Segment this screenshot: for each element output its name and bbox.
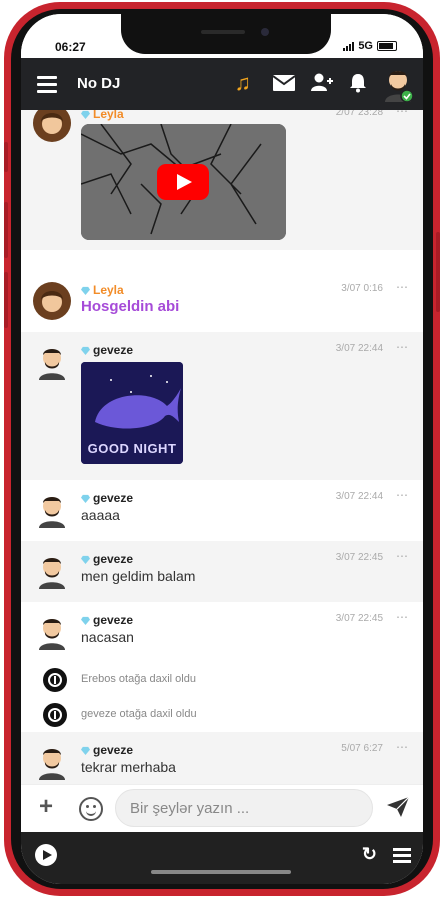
phone-power-button — [436, 232, 440, 312]
message-options-icon[interactable]: ⋯ — [396, 280, 409, 294]
diamond-icon — [81, 494, 90, 503]
message-username[interactable]: geveze — [81, 343, 133, 357]
message-time: 3/07 22:44 — [335, 343, 383, 354]
emoji-icon[interactable] — [79, 797, 103, 821]
message-options-icon[interactable]: ⋯ — [396, 110, 409, 118]
phone-volume-up — [4, 202, 8, 258]
avatar — [39, 749, 65, 780]
add-friend-icon[interactable] — [311, 73, 333, 91]
message-time: 3/07 0:16 — [341, 283, 383, 294]
system-message: Erebos otağa daxil oldu — [21, 663, 423, 697]
image-caption: GOOD NIGHT — [87, 441, 177, 456]
diamond-icon — [81, 616, 90, 625]
user-avatar[interactable] — [381, 66, 415, 102]
message-text: tekrar merhaba — [81, 759, 176, 775]
diamond-icon — [81, 746, 90, 755]
chat-message: Leyla 2/07 23:28 ⋯ — [21, 110, 423, 250]
diamond-icon — [81, 555, 90, 564]
message-time: 3/07 22:44 — [335, 491, 383, 502]
chat-message: geveze 5/07 6:27 ⋯ tekrar merhaba — [21, 732, 423, 784]
envelope-icon[interactable] — [273, 75, 295, 91]
chat-log[interactable]: Leyla 2/07 23:28 ⋯ Leyla 3/07 0:16 ⋯ Hos… — [21, 110, 423, 784]
avatar — [39, 619, 65, 650]
phone-volume-down — [4, 272, 8, 328]
message-username[interactable]: Leyla — [81, 110, 124, 121]
message-time: 2/07 23:28 — [335, 110, 383, 118]
avatar — [33, 282, 71, 320]
youtube-play-icon[interactable] — [157, 164, 209, 200]
avatar — [39, 497, 65, 528]
chat-message: geveze 3/07 22:45 ⋯ men geldim balam — [21, 541, 423, 602]
chat-message: geveze 3/07 22:44 ⋯ GOOD NIGHT — [21, 332, 423, 480]
music-note-icon[interactable]: ♫ — [235, 72, 252, 94]
app-screen: 06:27 5G No DJ ♫ Leyla 2/07 23:28 ⋯ Leyl… — [21, 14, 423, 884]
chat-message: Leyla 3/07 0:16 ⋯ Hosgeldin abi — [21, 250, 423, 332]
message-options-icon[interactable]: ⋯ — [396, 488, 409, 502]
room-title: No DJ — [77, 75, 121, 92]
send-icon[interactable] — [387, 797, 409, 817]
plus-icon[interactable]: + — [39, 795, 53, 819]
menu-icon[interactable] — [37, 76, 57, 97]
message-input[interactable] — [115, 789, 373, 827]
status-time: 06:27 — [55, 40, 86, 54]
message-time: 5/07 6:27 — [341, 743, 383, 754]
chat-message: geveze 3/07 22:45 ⋯ nacasan — [21, 602, 423, 663]
home-indicator — [151, 870, 291, 874]
diamond-icon — [81, 110, 90, 119]
message-options-icon[interactable]: ⋯ — [396, 610, 409, 624]
message-username[interactable]: Leyla — [81, 283, 124, 297]
message-username[interactable]: geveze — [81, 613, 133, 627]
play-icon[interactable] — [35, 844, 57, 866]
phone-mute-switch — [4, 142, 8, 172]
refresh-icon[interactable]: ↻ — [362, 844, 377, 865]
diamond-icon — [81, 346, 90, 355]
message-username[interactable]: geveze — [81, 743, 133, 757]
diamond-icon — [81, 286, 90, 295]
message-time: 3/07 22:45 — [335, 613, 383, 624]
message-time: 3/07 22:45 — [335, 552, 383, 563]
playlist-menu-icon[interactable] — [393, 848, 411, 866]
message-options-icon[interactable]: ⋯ — [396, 549, 409, 563]
phone-notch — [121, 14, 331, 54]
message-username[interactable]: geveze — [81, 552, 133, 566]
message-options-icon[interactable]: ⋯ — [396, 740, 409, 754]
player-bar: ↻ — [21, 832, 423, 884]
avatar — [39, 349, 65, 380]
info-icon — [43, 703, 67, 727]
camera-icon — [261, 28, 269, 36]
youtube-video-thumbnail[interactable] — [81, 124, 286, 240]
message-text: nacasan — [81, 629, 134, 645]
signal-icon — [343, 41, 355, 51]
avatar — [33, 110, 71, 142]
chat-message: geveze 3/07 22:44 ⋯ aaaaa — [21, 480, 423, 541]
good-night-image[interactable]: GOOD NIGHT — [81, 362, 183, 464]
bell-icon[interactable] — [349, 73, 367, 93]
message-username[interactable]: geveze — [81, 491, 133, 505]
message-text: aaaaa — [81, 507, 120, 523]
battery-icon — [377, 41, 397, 51]
message-options-icon[interactable]: ⋯ — [396, 340, 409, 354]
message-input-bar: + — [21, 784, 423, 833]
network-label: 5G — [358, 40, 373, 52]
status-indicators: 5G — [343, 40, 397, 52]
system-message: geveze otağa daxil oldu — [21, 698, 423, 732]
system-message-text: geveze otağa daxil oldu — [81, 708, 197, 720]
info-icon — [43, 668, 67, 692]
system-message-text: Erebos otağa daxil oldu — [81, 673, 196, 685]
message-text: men geldim balam — [81, 568, 196, 584]
message-text: Hosgeldin abi — [81, 298, 180, 315]
avatar — [39, 558, 65, 589]
top-bar: No DJ ♫ — [21, 58, 423, 110]
